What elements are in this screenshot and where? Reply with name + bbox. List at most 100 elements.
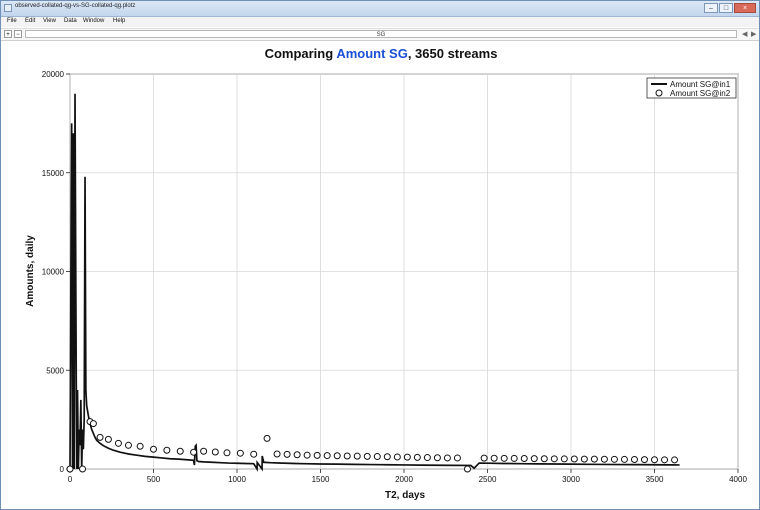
series-amount-sg-in2-point bbox=[550, 455, 558, 463]
series-amount-sg-in2-point bbox=[236, 449, 244, 457]
series-amount-sg-in2-point bbox=[393, 453, 401, 461]
series-amount-sg-in2-point bbox=[600, 455, 608, 463]
series-amount-sg-in2-point bbox=[453, 454, 461, 462]
series-amount-sg-in2-point bbox=[333, 452, 341, 460]
series-amount-sg-in2-point bbox=[150, 445, 157, 453]
x-tick-label: 500 bbox=[147, 475, 161, 484]
legend-marker-icon bbox=[655, 89, 663, 97]
y-tick-label: 5000 bbox=[46, 366, 64, 375]
x-tick-label: 4000 bbox=[729, 475, 747, 484]
series-amount-sg-in2-point bbox=[293, 451, 301, 459]
x-tick-label: 2500 bbox=[479, 475, 497, 484]
menu-data[interactable]: Data bbox=[64, 18, 77, 24]
series-amount-sg-in2-point bbox=[403, 453, 411, 461]
series-amount-sg-in2-point bbox=[136, 442, 144, 450]
series-amount-sg-in2-point bbox=[263, 434, 271, 442]
close-button[interactable]: × bbox=[734, 3, 756, 13]
series-amount-sg-in2-point bbox=[560, 455, 568, 463]
series-amount-sg-in2-point bbox=[443, 454, 451, 462]
series-amount-sg-in2-point bbox=[250, 450, 258, 458]
series-amount-sg-in2-point bbox=[96, 433, 104, 441]
x-tick-label: 2000 bbox=[395, 475, 413, 484]
legend: Amount SG@in1 Amount SG@in2 bbox=[646, 77, 737, 99]
series-amount-sg-in2-point bbox=[211, 448, 219, 456]
series-amount-sg-in2-point bbox=[500, 454, 508, 462]
series-amount-sg-in2-point bbox=[353, 452, 361, 460]
series-amount-sg-in2-point bbox=[323, 452, 331, 460]
series-amount-sg-in2-point bbox=[520, 455, 528, 463]
title-bar: observed-collated-qg-vs-SG-collated-qg.p… bbox=[1, 1, 759, 17]
tab-sg[interactable]: SG bbox=[25, 30, 737, 38]
menu-file[interactable]: File bbox=[7, 18, 17, 24]
series-amount-sg-in2-point bbox=[176, 447, 184, 455]
minimize-button[interactable]: ‒ bbox=[704, 3, 718, 13]
series-amount-sg-in2-point bbox=[530, 455, 538, 463]
x-tick-label: 3500 bbox=[646, 475, 664, 484]
series-amount-sg-in2-point bbox=[490, 454, 498, 462]
remove-tab-button[interactable]: − bbox=[14, 30, 22, 38]
series-amount-sg-in2-point bbox=[630, 456, 638, 464]
series-amount-sg-in2-point bbox=[223, 449, 231, 457]
chart-title-highlight: Amount SG bbox=[336, 46, 408, 61]
series-amount-sg-in2-point bbox=[580, 455, 588, 463]
legend-series-2-label: Amount SG@in2 bbox=[670, 89, 731, 98]
series-amount-sg-in2-point bbox=[283, 450, 291, 458]
series-amount-sg-in2-point bbox=[104, 435, 112, 443]
menu-bar: File Edit View Data Window Help bbox=[1, 17, 759, 27]
application-window: observed-collated-qg-vs-SG-collated-qg.p… bbox=[0, 0, 760, 510]
window-title: observed-collated-qg-vs-SG-collated-qg.p… bbox=[15, 3, 136, 9]
x-tick-label: 1500 bbox=[312, 475, 330, 484]
chart-title-prefix: Comparing bbox=[265, 46, 337, 61]
x-tick-label: 3000 bbox=[562, 475, 580, 484]
series-amount-sg-in2-point bbox=[200, 447, 208, 455]
series-amount-sg-in2-point bbox=[383, 453, 391, 461]
y-tick-label: 0 bbox=[60, 465, 65, 474]
series-amount-sg-in2-point bbox=[343, 452, 351, 460]
series-amount-sg-in2-point bbox=[610, 455, 618, 463]
x-tick-label: 1000 bbox=[228, 475, 246, 484]
chart-title: Comparing Amount SG, 3650 streams bbox=[265, 46, 498, 61]
series-amount-sg-in2-point bbox=[590, 455, 598, 463]
maximize-button[interactable]: □ bbox=[719, 3, 733, 13]
y-tick-label: 10000 bbox=[42, 268, 65, 277]
series-amount-sg-in2-point bbox=[66, 465, 74, 473]
add-tab-button[interactable]: + bbox=[4, 30, 12, 38]
series-amount-sg-in2-point bbox=[373, 453, 381, 461]
series-amount-sg-in2-point bbox=[620, 455, 628, 463]
series-amount-sg-in2-point bbox=[651, 456, 658, 464]
series-amount-sg-in2-point bbox=[89, 420, 97, 428]
series-amount-sg-in2-point bbox=[163, 446, 171, 454]
series-amount-sg-in2-point bbox=[273, 450, 281, 458]
app-icon bbox=[4, 4, 12, 12]
series-amount-sg-in2-point bbox=[190, 448, 198, 456]
series-amount-sg-in2-point bbox=[313, 451, 321, 459]
series-amount-sg-in2-point bbox=[303, 451, 311, 459]
series-amount-sg-in2-point bbox=[79, 465, 87, 473]
y-axis-label: Amounts, daily bbox=[25, 235, 36, 307]
window-controls: ‒ □ × bbox=[704, 3, 756, 13]
chart-title-suffix: , 3650 streams bbox=[408, 46, 498, 61]
tab-right-arrow-icon[interactable]: ▶ bbox=[751, 30, 756, 38]
series-amount-sg-in2-point bbox=[540, 455, 548, 463]
series-amount-sg-in2-point bbox=[124, 441, 132, 449]
series-amount-sg-in2-point bbox=[480, 454, 488, 462]
series-amount-sg-in2-point bbox=[114, 439, 122, 447]
menu-window[interactable]: Window bbox=[83, 18, 104, 24]
series-amount-sg-in2-point bbox=[423, 454, 431, 462]
x-axis-label: T2, days bbox=[385, 490, 425, 501]
y-tick-label: 15000 bbox=[42, 169, 65, 178]
series-amount-sg-in2-point bbox=[433, 454, 441, 462]
y-tick-label: 20000 bbox=[42, 70, 65, 79]
series-amount-sg-in2-point bbox=[640, 456, 648, 464]
menu-edit[interactable]: Edit bbox=[25, 18, 35, 24]
series-amount-sg-in2-point bbox=[661, 456, 669, 464]
menu-help[interactable]: Help bbox=[113, 18, 125, 24]
series-amount-sg-in2-point bbox=[510, 454, 518, 462]
tab-left-arrow-icon[interactable]: ◀ bbox=[742, 30, 747, 38]
series-amount-sg-in2-point bbox=[463, 465, 471, 473]
series-amount-sg-in2-point bbox=[413, 453, 421, 461]
legend-series-1-label: Amount SG@in1 bbox=[670, 80, 731, 89]
menu-view[interactable]: View bbox=[43, 18, 56, 24]
comparison-chart: Comparing Amount SG, 3650 streams 0 500 10… bbox=[25, 46, 747, 501]
x-tick-label: 0 bbox=[68, 475, 73, 484]
